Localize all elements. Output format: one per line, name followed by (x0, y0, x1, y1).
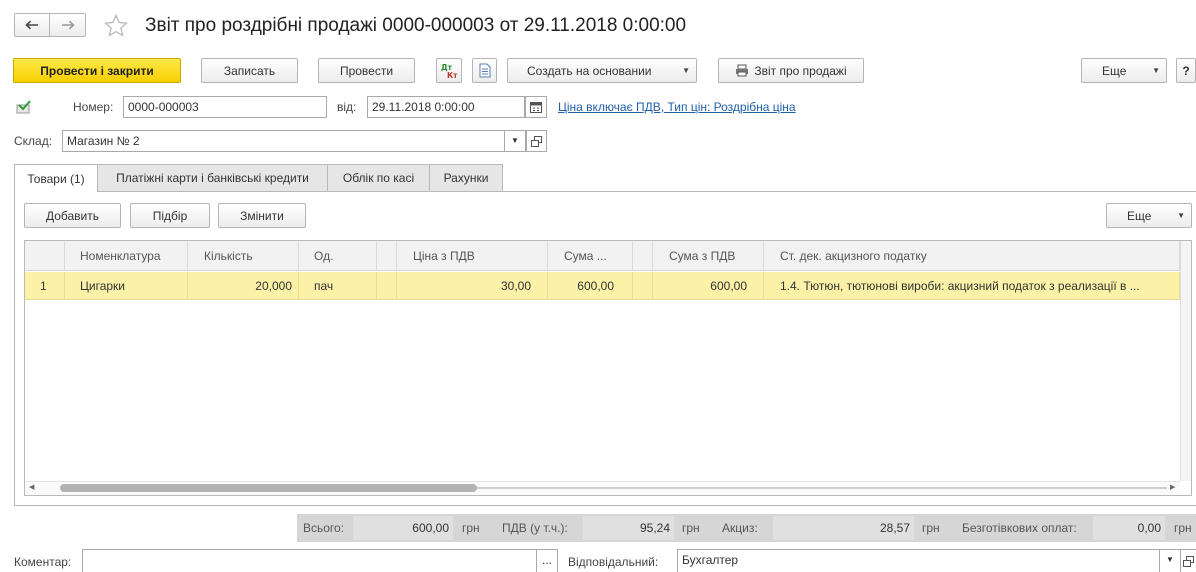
price-settings-link[interactable]: Ціна включає ПДВ, Тип цін: Роздрібна цін… (558, 97, 796, 117)
row-spacer (377, 272, 397, 300)
more-actions-dropdown[interactable]: Еще ▼ (1081, 58, 1167, 83)
selection-button[interactable]: Підбір (130, 203, 210, 228)
help-button[interactable]: ? (1176, 58, 1196, 83)
page-title: Звіт про роздрібні продажі 0000-000003 о… (145, 15, 687, 36)
cashless-value: 0,00 (1093, 516, 1165, 540)
responsible-label: Відповідальний: (568, 555, 659, 569)
calendar-icon (530, 101, 542, 113)
warehouse-field[interactable]: Магазин № 2 (62, 130, 505, 152)
number-label: Номер: (73, 100, 114, 114)
chevron-down-icon: ▼ (511, 136, 519, 145)
more-actions-label: Еще (1102, 63, 1127, 78)
vat-label: ПДВ (у т.ч.): (502, 521, 568, 535)
post-button[interactable]: Провести (318, 58, 415, 83)
col-header-qty[interactable]: Кількість (188, 241, 299, 271)
change-button[interactable]: Змінити (218, 203, 306, 228)
col-header-excise[interactable]: Ст. дек. акцизного податку (764, 241, 1180, 271)
vat-currency: грн (682, 521, 700, 535)
table-more-label: Еще (1127, 208, 1152, 223)
dt-kt-button[interactable]: Дт Кт (436, 58, 462, 83)
open-window-icon (1183, 555, 1194, 567)
arrow-left-icon (25, 20, 39, 30)
table-more-dropdown[interactable]: Еще ▼ (1106, 203, 1192, 228)
responsible-open-button[interactable] (1180, 549, 1196, 572)
tab-goods[interactable]: Товари (1) (14, 164, 98, 192)
chevron-down-icon: ▼ (1152, 66, 1160, 75)
vertical-scrollbar[interactable] (1180, 241, 1191, 481)
cashless-label: Безготівкових оплат: (962, 521, 1077, 535)
cashless-currency: грн (1174, 521, 1192, 535)
number-field[interactable]: 0000-000003 (123, 96, 327, 118)
create-based-on-label: Создать на основании (527, 63, 652, 78)
forward-button[interactable] (49, 13, 86, 37)
row-sum-vat[interactable]: 600,00 (653, 272, 764, 300)
favorite-star-icon[interactable] (103, 13, 129, 39)
sales-report-button[interactable]: Звіт про продажі (718, 58, 864, 83)
calendar-button[interactable] (525, 96, 547, 118)
tab-accounts[interactable]: Рахунки (429, 164, 503, 191)
row-price[interactable]: 30,00 (397, 272, 548, 300)
posted-status-icon (16, 100, 32, 114)
total-currency: грн (462, 521, 480, 535)
row-excise[interactable]: 1.4. Тютюн, тютюнові вироби: акцизний по… (764, 272, 1180, 300)
date-field[interactable]: 29.11.2018 0:00:00 (367, 96, 525, 118)
row-qty[interactable]: 20,000 (188, 272, 299, 300)
col-header-price[interactable]: Ціна з ПДВ (397, 241, 548, 271)
col-header-n (25, 241, 65, 271)
row-spacer-2 (633, 272, 653, 300)
dt-kt-icon: Дт Кт (440, 62, 458, 80)
create-based-on-dropdown[interactable]: Создать на основании ▼ (507, 58, 697, 83)
warehouse-open-button[interactable] (526, 130, 547, 152)
col-header-item[interactable]: Номенклатура (65, 241, 188, 271)
responsible-field[interactable]: Бухгалтер (677, 549, 1160, 572)
responsible-dropdown-button[interactable]: ▼ (1159, 549, 1181, 572)
document-icon (479, 63, 491, 78)
save-button[interactable]: Записать (201, 58, 298, 83)
tab-payment-cards[interactable]: Платіжні карти і банківські кредити (97, 164, 328, 191)
warehouse-label: Склад: (14, 134, 53, 148)
excise-label: Акциз: (722, 521, 758, 535)
col-header-unit[interactable]: Од. (299, 241, 377, 271)
row-unit[interactable]: пач (299, 272, 377, 300)
col-header-sum[interactable]: Сума ... (548, 241, 633, 271)
warehouse-dropdown-button[interactable]: ▼ (504, 130, 526, 152)
open-window-icon (531, 135, 542, 147)
col-header-spacer-2 (633, 241, 653, 271)
row-sum[interactable]: 600,00 (548, 272, 633, 300)
sales-report-label: Звіт про продажі (754, 63, 847, 78)
total-label: Всього: (303, 521, 345, 535)
date-label: від: (337, 100, 357, 114)
col-header-spacer (377, 241, 397, 271)
post-and-close-button[interactable]: Провести і закрити (13, 58, 181, 83)
svg-text:Кт: Кт (447, 71, 458, 80)
comment-select-button[interactable]: ... (536, 549, 558, 572)
scroll-right-icon[interactable]: ▶ (1170, 481, 1175, 495)
chevron-down-icon: ▼ (1177, 211, 1185, 220)
excise-currency: грн (922, 521, 940, 535)
horizontal-scroll-thumb[interactable] (60, 484, 477, 492)
col-header-sum-vat[interactable]: Сума з ПДВ (653, 241, 764, 271)
vat-value: 95,24 (583, 516, 674, 540)
total-value: 600,00 (353, 516, 453, 540)
arrow-right-icon (61, 20, 75, 30)
chevron-down-icon: ▼ (1166, 555, 1174, 564)
add-row-button[interactable]: Добавить (24, 203, 121, 228)
chevron-down-icon: ▼ (682, 66, 690, 75)
excise-value: 28,57 (773, 516, 914, 540)
comment-field[interactable] (82, 549, 537, 572)
back-button[interactable] (14, 13, 50, 37)
horizontal-scroll-rail (477, 487, 1167, 489)
comment-label: Коментар: (14, 555, 72, 569)
printer-icon (735, 64, 749, 77)
row-number: 1 (25, 272, 65, 300)
print-document-button[interactable] (472, 58, 497, 83)
tab-cash-accounting[interactable]: Облік по касі (327, 164, 430, 191)
scroll-left-icon[interactable]: ◀ (29, 481, 34, 495)
row-item[interactable]: Цигарки (65, 272, 188, 300)
